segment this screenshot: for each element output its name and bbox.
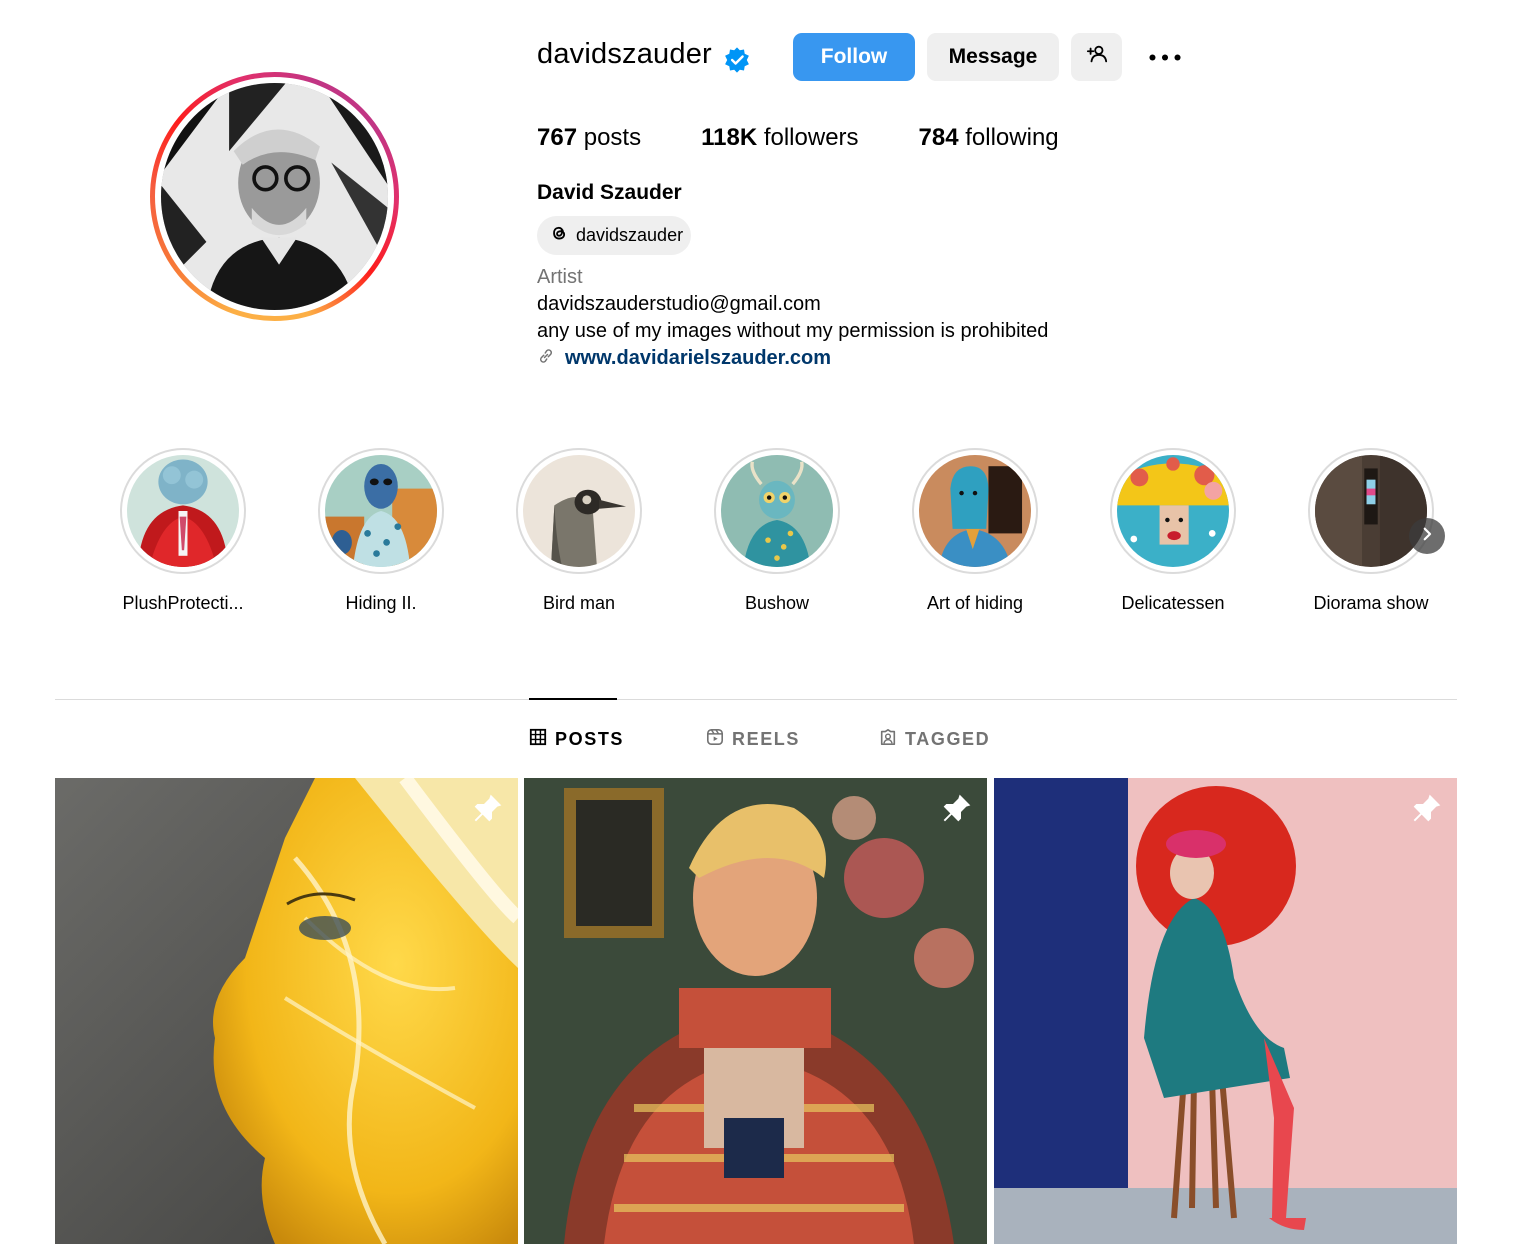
chevron-right-icon [1418,525,1436,548]
followers-stat[interactable]: 118K followers [701,124,858,152]
bio-line-email: davidszauderstudio@gmail.com [537,293,821,315]
post-image [524,778,987,1244]
verified-badge-icon [723,46,751,74]
active-tab-indicator [529,698,617,700]
pinned-icon [1411,792,1443,824]
post-image [994,778,1457,1244]
threads-icon [548,222,570,249]
following-stat[interactable]: 784 following [919,124,1059,152]
tabs-divider [55,699,1457,700]
profile-username: davidszauder [537,38,712,70]
follow-button[interactable]: Follow [793,33,915,81]
highlight-cover [912,448,1038,574]
website-url[interactable]: www.davidarielszauder.com [565,347,831,370]
pinned-icon [941,792,973,824]
suggested-users-button[interactable] [1071,33,1122,81]
more-options-icon[interactable] [1146,43,1184,71]
post-tile[interactable] [524,778,987,1244]
profile-full-name: David Szauder [537,181,682,204]
highlight-cover [1110,448,1236,574]
grid-icon [529,728,547,751]
tab-reels[interactable]: REELS [706,728,800,751]
highlight-label: Diorama show [1313,593,1429,613]
posts-count-stat: 767 posts [537,124,642,151]
threads-handle: davidszauder [576,225,684,245]
reels-icon [706,728,724,751]
pinned-icon [472,792,504,824]
message-button[interactable]: Message [927,33,1059,81]
highlight-cover [318,448,444,574]
tagged-icon [879,728,897,751]
threads-link-button[interactable]: davidszauder [537,216,691,255]
highlight-cover [714,448,840,574]
profile-avatar[interactable] [150,72,399,321]
highlight-cover [120,448,246,574]
profile-stats: 767 posts 118K followers 784 following [537,124,1059,152]
profile-category: Artist [537,266,583,288]
post-tile[interactable] [55,778,518,1244]
tab-label: POSTS [555,729,625,749]
highlight-label: Art of hiding [926,593,1024,613]
post-tile[interactable] [994,778,1457,1244]
link-icon [537,347,555,370]
tab-label: REELS [732,729,801,749]
bio-line-notice: any use of my images without my permissi… [537,320,1049,342]
highlight-label: PlushProtecti... [122,593,244,613]
tab-label: TAGGED [905,729,991,749]
website-link[interactable]: www.davidarielszauder.com [537,347,831,370]
tab-posts[interactable]: POSTS [529,728,624,751]
highlight-label: Delicatessen [1121,593,1225,613]
highlight-cover [516,448,642,574]
highlight-label: Hiding II. [345,593,417,613]
tab-tagged[interactable]: TAGGED [879,728,990,751]
add-user-icon [1086,43,1108,71]
avatar-photo [161,83,388,310]
highlight-label: Bird man [542,593,616,613]
highlights-next-button[interactable] [1409,518,1445,554]
highlight-label: Bushow [744,593,810,613]
highlight-cover [1308,448,1434,574]
post-image [55,778,518,1244]
